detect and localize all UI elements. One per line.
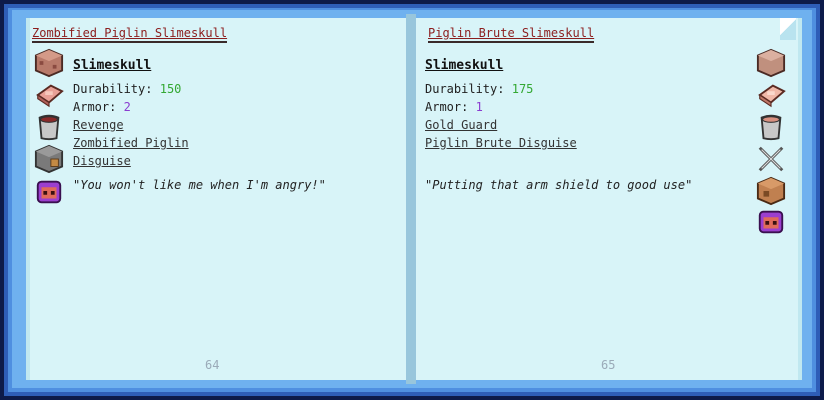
durability-value: 175 bbox=[511, 82, 534, 96]
crossed-swords-icon bbox=[758, 146, 784, 172]
link-disguise[interactable]: Disguise bbox=[73, 154, 131, 168]
link-piglin-brute-disguise[interactable]: Piglin Brute Disguise bbox=[425, 136, 577, 150]
right-flavor-quote: "Putting that arm shield to good use" bbox=[425, 178, 693, 192]
durability-label: Durability: bbox=[73, 82, 153, 96]
bucket-icon bbox=[760, 114, 782, 141]
durability-label: Durability: bbox=[425, 82, 505, 96]
bucket-icon bbox=[38, 114, 60, 141]
block-icon bbox=[756, 48, 786, 78]
dispenser-icon bbox=[34, 144, 64, 174]
link-gold-guard[interactable]: Gold Guard bbox=[425, 118, 497, 132]
left-item-heading: Slimeskull bbox=[73, 58, 152, 73]
book-spine bbox=[406, 14, 416, 384]
right-page-number: 65 bbox=[601, 358, 616, 372]
left-durability: Durability: 150 bbox=[73, 82, 181, 96]
page-corner-curl-icon[interactable] bbox=[780, 18, 796, 40]
block-icon bbox=[34, 48, 64, 78]
left-flavor-quote: "You won't like me when I'm angry!" bbox=[73, 178, 326, 192]
ingot-icon bbox=[758, 84, 786, 108]
ingot-icon bbox=[36, 84, 64, 108]
left-armor: Armor: 2 bbox=[73, 100, 131, 114]
link-zombified-piglin[interactable]: Zombified Piglin bbox=[73, 136, 189, 150]
armor-value: 2 bbox=[123, 100, 131, 114]
slime-head-icon bbox=[36, 180, 62, 204]
armor-label: Armor: bbox=[73, 100, 117, 114]
link-revenge[interactable]: Revenge bbox=[73, 118, 124, 132]
armor-value: 1 bbox=[475, 100, 483, 114]
right-page-title[interactable]: Piglin Brute Slimeskull bbox=[428, 26, 595, 43]
left-page-number: 64 bbox=[205, 358, 220, 372]
armor-label: Armor: bbox=[425, 100, 469, 114]
right-item-heading: Slimeskull bbox=[425, 58, 504, 73]
slime-head-icon bbox=[758, 210, 784, 234]
left-page-title[interactable]: Zombified Piglin Slimeskull bbox=[32, 26, 228, 43]
dispenser-icon bbox=[756, 176, 786, 206]
durability-value: 150 bbox=[159, 82, 182, 96]
right-armor: Armor: 1 bbox=[425, 100, 483, 114]
right-durability: Durability: 175 bbox=[425, 82, 533, 96]
